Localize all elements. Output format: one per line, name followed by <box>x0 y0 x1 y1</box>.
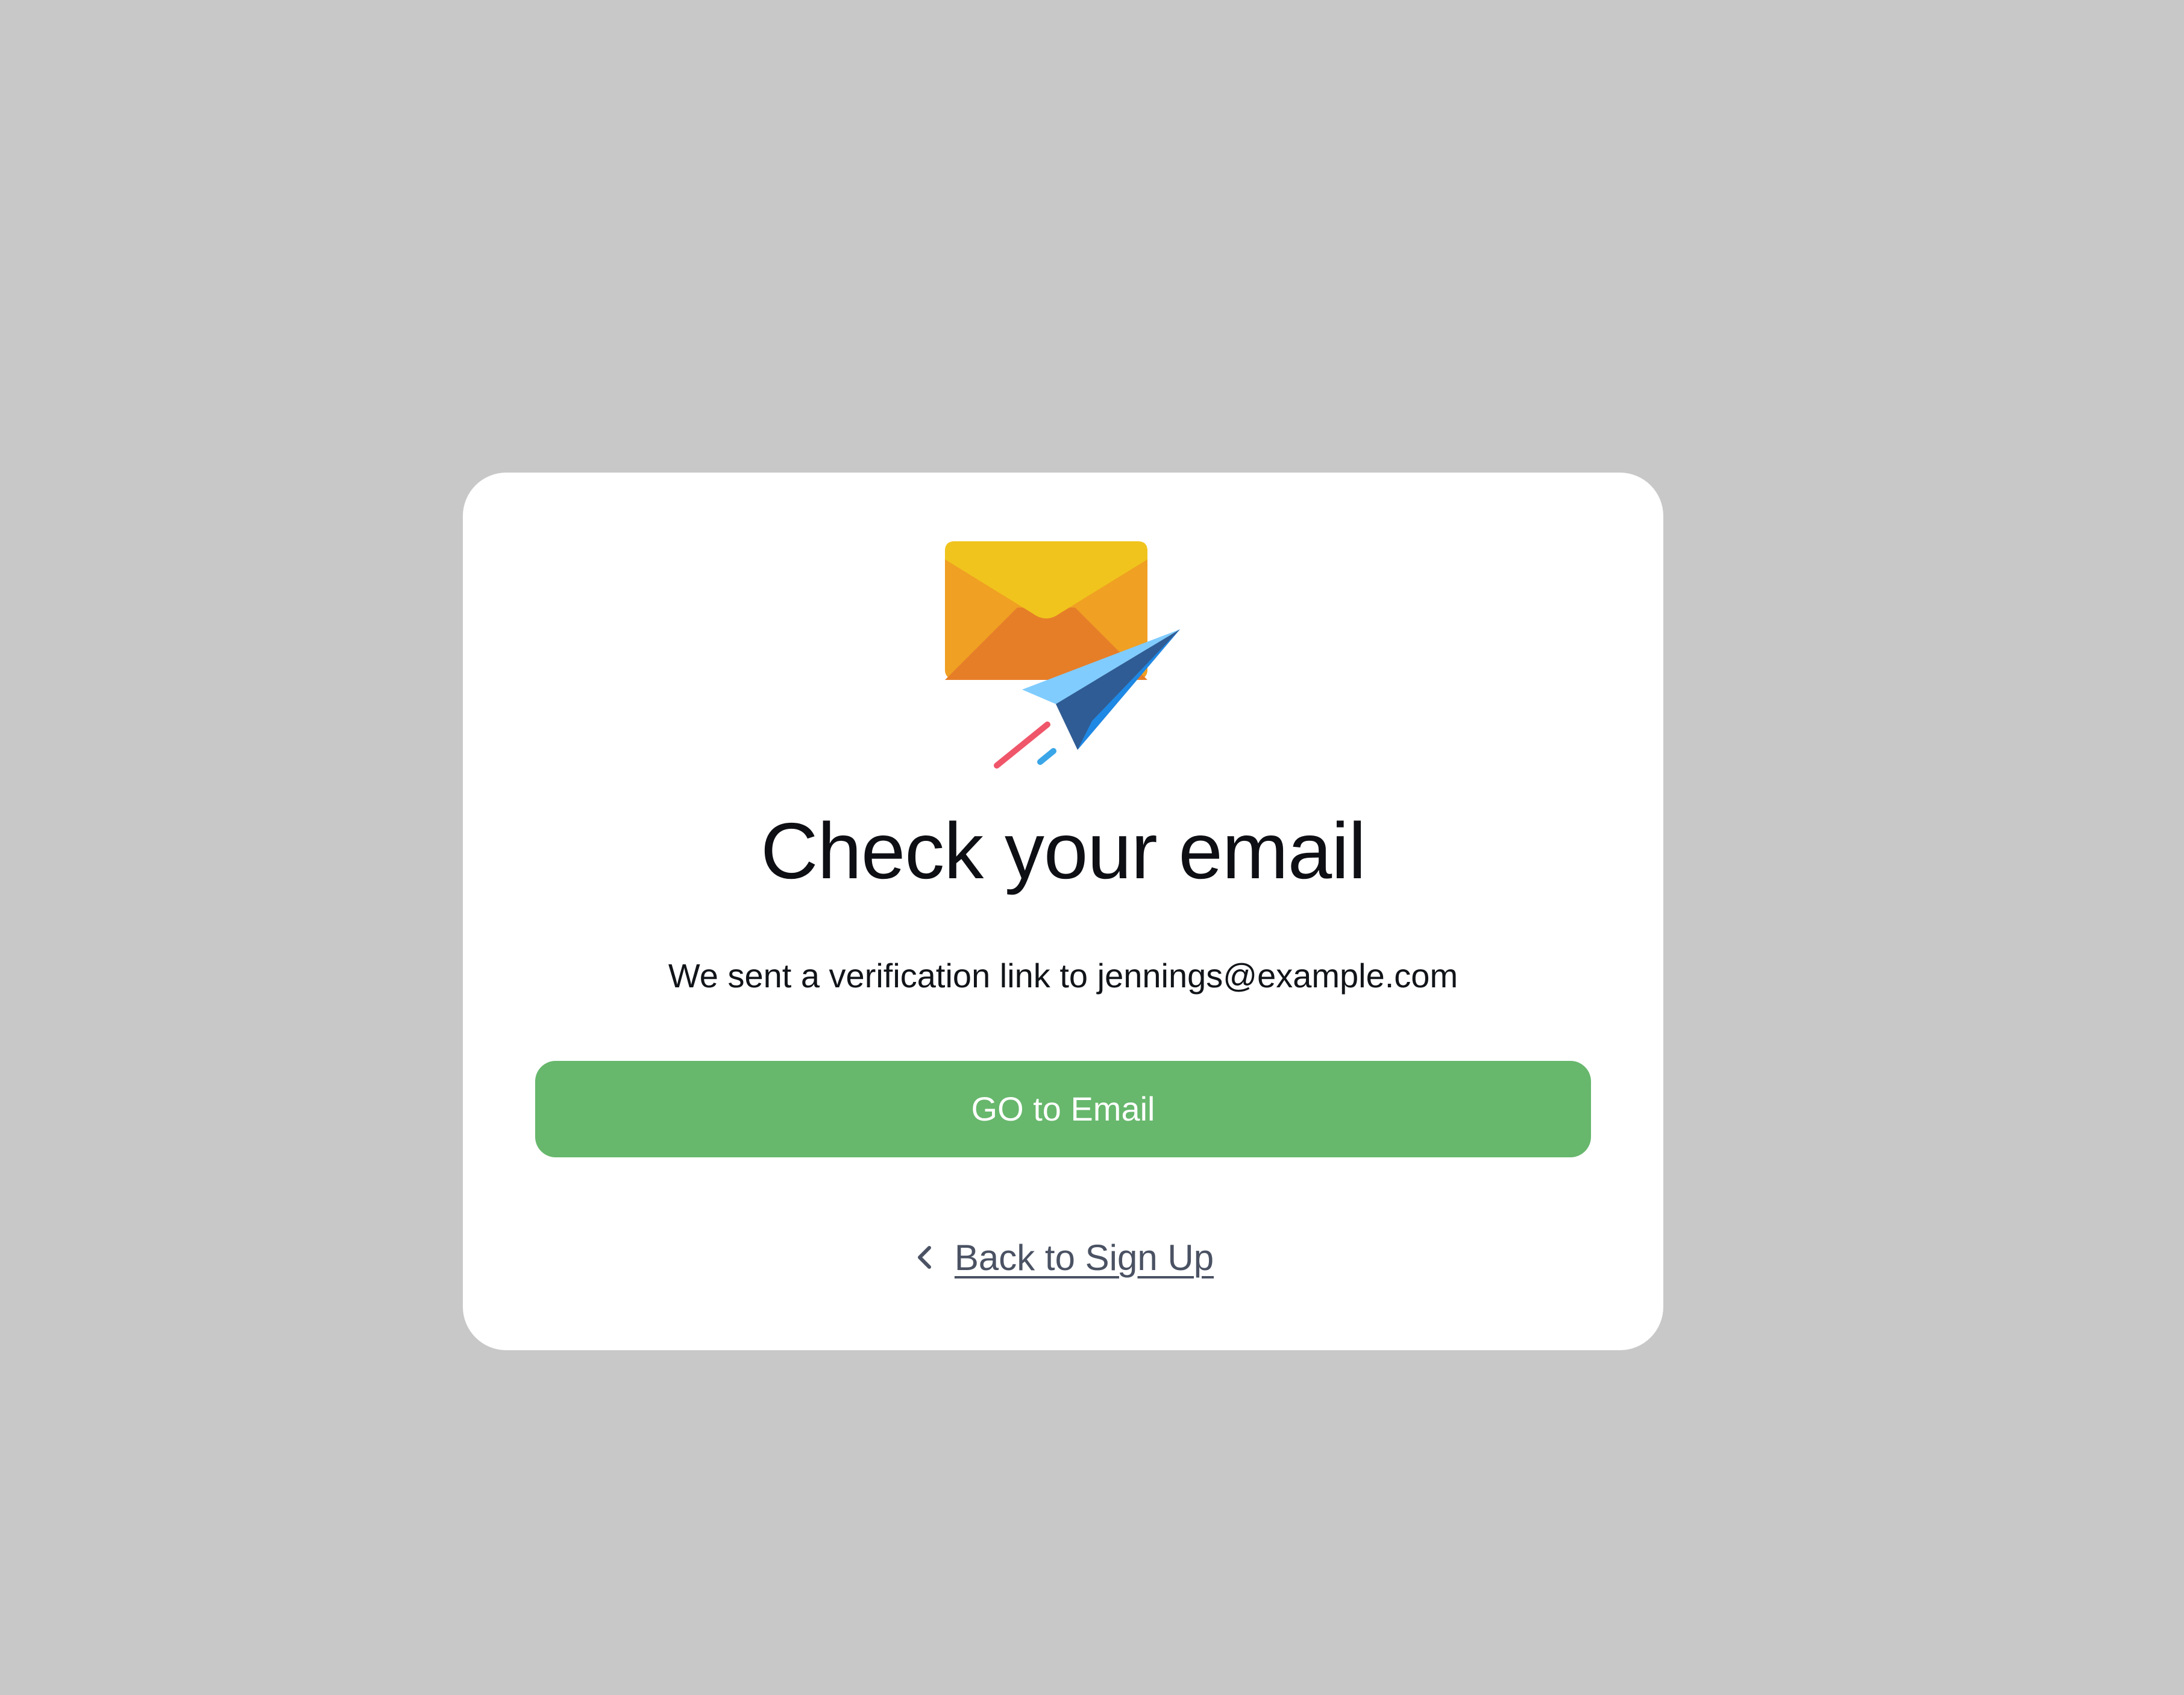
verification-message: We sent a verification link to jennings@… <box>668 957 1458 995</box>
verification-card: Check your email We sent a verification … <box>463 473 1663 1350</box>
back-to-sign-up-link[interactable]: Back to Sign Up <box>463 1233 1663 1281</box>
envelope-paper-plane-icon <box>945 541 1186 782</box>
go-to-email-button[interactable]: GO to Email <box>535 1061 1591 1157</box>
chevron-left-icon <box>912 1239 937 1275</box>
back-link-label[interactable]: Back to Sign Up <box>955 1237 1214 1278</box>
page-title: Check your email <box>761 807 1366 895</box>
